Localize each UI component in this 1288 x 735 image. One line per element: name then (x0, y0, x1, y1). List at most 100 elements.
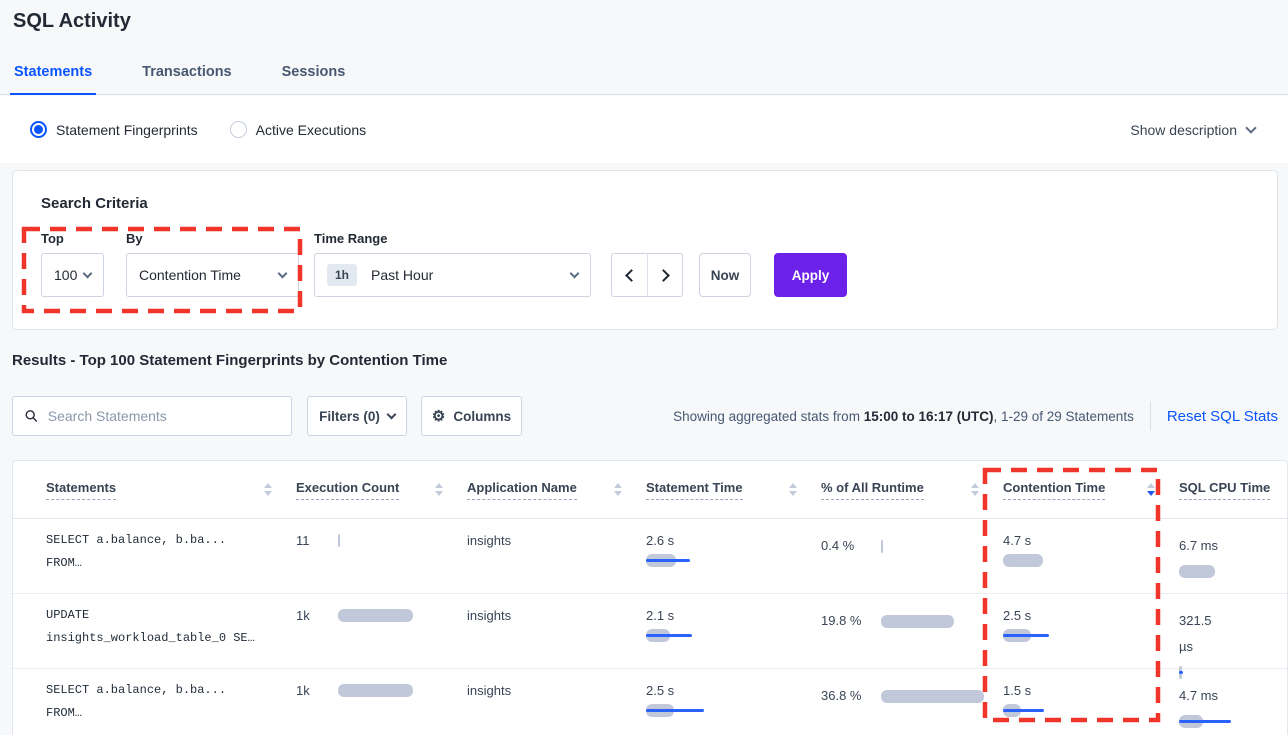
col-header-contention-time[interactable]: Contention Time (1003, 480, 1179, 500)
sql-cpu-time-cell: 321.5 µs (1179, 594, 1287, 679)
table-row: SELECT a.balance, b.ba... FROM… 1k insig… (13, 669, 1287, 735)
execution-count-cell: 1k (296, 594, 467, 623)
statement-link[interactable]: SELECT a.balance, b.ba... FROM… (46, 519, 296, 575)
search-criteria-heading: Search Criteria (41, 195, 148, 212)
now-button[interactable]: Now (699, 253, 751, 297)
contention-time-bar (1003, 629, 1049, 642)
showing-stats-text: Showing aggregated stats from 15:00 to 1… (673, 409, 1134, 424)
tab-sessions[interactable]: Sessions (278, 64, 350, 94)
radio-active-executions[interactable]: Active Executions (230, 121, 367, 138)
contention-time-bar (1003, 704, 1044, 717)
chevron-down-icon (1245, 122, 1256, 133)
top-select[interactable]: 100 (41, 253, 104, 297)
radio-unselected-icon (230, 121, 247, 138)
col-header-application-name[interactable]: Application Name (467, 480, 646, 500)
by-select[interactable]: Contention Time (126, 253, 299, 297)
statement-link[interactable]: SELECT a.balance, b.ba... FROM… (46, 669, 296, 725)
results-heading: Results - Top 100 Statement Fingerprints… (12, 352, 447, 369)
gear-icon: ⚙ (432, 409, 445, 424)
columns-button[interactable]: ⚙ Columns (421, 396, 522, 436)
execution-count-cell: 1k (296, 669, 467, 698)
chevron-down-icon (278, 268, 288, 278)
divider (1150, 401, 1151, 431)
chevron-down-icon (83, 268, 93, 278)
sql-cpu-time-cell: 4.7 ms (1179, 669, 1287, 728)
sort-icon[interactable] (264, 483, 272, 496)
apply-button[interactable]: Apply (774, 253, 847, 297)
top-select-value: 100 (54, 267, 77, 283)
tab-bar: Statements Transactions Sessions (0, 56, 1288, 95)
radio-statement-fingerprints[interactable]: Statement Fingerprints (30, 121, 198, 138)
execution-count-bar (338, 534, 340, 547)
by-label: By (126, 231, 143, 246)
radio-label: Statement Fingerprints (56, 122, 198, 138)
view-toggle-bar: Statement Fingerprints Active Executions… (0, 96, 1288, 163)
filters-label: Filters (0) (319, 409, 380, 424)
search-statements-input[interactable] (48, 408, 279, 424)
sql-cpu-time-cell: 6.7 ms (1179, 519, 1287, 578)
pct-runtime-cell: 0.4 % (821, 519, 1003, 559)
statement-time-bar (646, 554, 690, 567)
search-criteria-panel: Search Criteria Top 100 By Contention Ti… (12, 170, 1278, 330)
radio-selected-icon (30, 121, 47, 138)
statement-link[interactable]: UPDATE insights_workload_table_0 SE… (46, 594, 296, 650)
columns-label: Columns (453, 409, 511, 424)
col-header-statement-time[interactable]: Statement Time (646, 480, 821, 500)
application-name-cell: insights (467, 519, 646, 548)
statement-time-bar (646, 629, 692, 642)
by-select-value: Contention Time (139, 267, 241, 283)
contention-time-cell: 4.7 s (1003, 519, 1179, 567)
time-range-value: Past Hour (371, 267, 433, 283)
sql-cpu-time-bar (1179, 666, 1183, 679)
next-time-button[interactable] (647, 253, 683, 297)
sort-icon[interactable] (435, 483, 443, 496)
contention-time-cell: 2.5 s (1003, 594, 1179, 642)
execution-count-bar (338, 609, 413, 622)
time-range-badge: 1h (327, 264, 357, 286)
chevron-right-icon (657, 269, 670, 282)
contention-time-bar (1003, 554, 1043, 567)
col-header-execution-count[interactable]: Execution Count (296, 480, 467, 500)
sort-icon-active[interactable] (1147, 483, 1155, 496)
show-description-label: Show description (1130, 122, 1237, 138)
execution-count-cell: 11 (296, 519, 467, 548)
chevron-left-icon (625, 269, 638, 282)
tab-transactions[interactable]: Transactions (138, 64, 235, 94)
time-range-step-buttons (611, 253, 683, 297)
tab-statements[interactable]: Statements (10, 64, 96, 95)
contention-time-cell: 1.5 s (1003, 669, 1179, 717)
prev-time-button[interactable] (611, 253, 647, 297)
col-header-statements[interactable]: Statements (46, 480, 296, 500)
table-header-row: Statements Execution Count Application N… (13, 461, 1287, 519)
search-statements-box (12, 396, 292, 436)
application-name-cell: insights (467, 669, 646, 698)
execution-count-bar (338, 684, 413, 697)
application-name-cell: insights (467, 594, 646, 623)
statement-time-bar (646, 704, 704, 717)
statement-time-cell: 2.5 s (646, 669, 821, 717)
pct-runtime-cell: 36.8 % (821, 669, 1003, 709)
sql-cpu-time-bar (1179, 715, 1231, 728)
chevron-down-icon (386, 409, 396, 419)
sort-icon[interactable] (614, 483, 622, 496)
table-row: UPDATE insights_workload_table_0 SE… 1k … (13, 594, 1287, 669)
pct-runtime-cell: 19.8 % (821, 594, 1003, 634)
radio-label: Active Executions (256, 122, 367, 138)
show-description-toggle[interactable]: Show description (1130, 122, 1255, 138)
col-header-sql-cpu-time[interactable]: SQL CPU Time (1179, 480, 1287, 500)
pct-runtime-bar (881, 690, 984, 703)
statement-time-cell: 2.6 s (646, 519, 821, 567)
pct-runtime-bar (881, 540, 883, 553)
top-label: Top (41, 231, 64, 246)
time-range-select[interactable]: 1h Past Hour (314, 253, 591, 297)
stats-summary-bar: Showing aggregated stats from 15:00 to 1… (673, 396, 1278, 436)
reset-sql-stats-link[interactable]: Reset SQL Stats (1167, 408, 1278, 425)
sort-icon[interactable] (789, 483, 797, 496)
col-header-pct-runtime[interactable]: % of All Runtime (821, 480, 1003, 500)
sql-cpu-time-bar (1179, 565, 1215, 578)
sort-icon[interactable] (971, 483, 979, 496)
page-title: SQL Activity (13, 10, 131, 33)
search-icon (25, 409, 38, 423)
statements-table: Statements Execution Count Application N… (12, 460, 1288, 735)
filters-button[interactable]: Filters (0) (307, 396, 407, 436)
